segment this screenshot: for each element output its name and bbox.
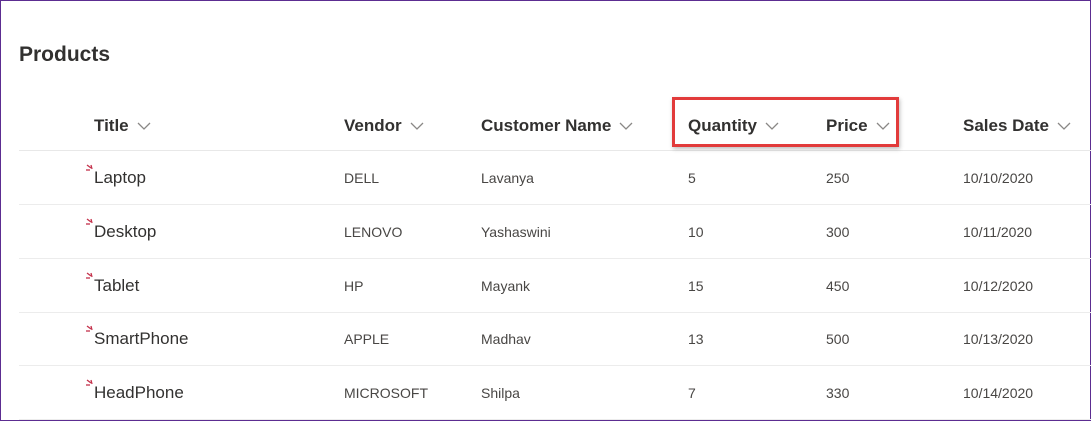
cell-vendor: LENOVO <box>344 224 403 240</box>
chevron-down-icon <box>619 121 633 131</box>
cell-vendor: MICROSOFT <box>344 385 428 401</box>
column-header-sales-date[interactable]: Sales Date <box>963 115 1071 137</box>
table-row[interactable]: SmartPhone APPLE Madhav 13 500 10/13/202… <box>19 312 1091 366</box>
table-row[interactable]: Desktop LENOVO Yashaswini 10 300 10/11/2… <box>19 205 1091 259</box>
column-header-label: Title <box>94 116 129 135</box>
cell-quantity: 7 <box>688 385 696 401</box>
cell-price: 250 <box>826 170 850 186</box>
cell-customer-name: Madhav <box>481 331 531 347</box>
page-title: Products <box>19 43 111 66</box>
cell-vendor: DELL <box>344 170 380 186</box>
table-row[interactable]: Laptop DELL Lavanya 5 250 10/10/2020 <box>19 151 1091 205</box>
column-header-row: Title Vendor Customer Name Quantity Pric… <box>19 99 1091 151</box>
chevron-down-icon <box>876 121 890 131</box>
chevron-down-icon <box>765 121 779 131</box>
cell-vendor: HP <box>344 278 364 294</box>
cell-sales-date: 10/13/2020 <box>963 331 1034 347</box>
column-header-title[interactable]: Title <box>94 115 151 137</box>
column-header-label: Vendor <box>344 116 402 135</box>
cell-quantity: 10 <box>688 224 704 240</box>
cell-quantity: 5 <box>688 170 696 186</box>
column-header-quantity[interactable]: Quantity <box>688 115 779 137</box>
chevron-down-icon <box>1057 121 1071 131</box>
cell-quantity: 13 <box>688 331 704 347</box>
column-header-label: Customer Name <box>481 116 612 135</box>
cell-price: 330 <box>826 385 850 401</box>
cell-title[interactable]: Laptop <box>94 151 146 205</box>
cell-price: 300 <box>826 224 850 240</box>
list-view-frame: Products Title Vendor Customer Name Quan… <box>0 0 1091 421</box>
cell-customer-name: Shilpa <box>481 385 520 401</box>
cell-sales-date: 10/10/2020 <box>963 170 1034 186</box>
table-row[interactable]: Tablet HP Mayank 15 450 10/12/2020 <box>19 259 1091 313</box>
column-header-customer-name[interactable]: Customer Name <box>481 115 633 137</box>
column-header-label: Sales Date <box>963 116 1049 135</box>
column-header-price[interactable]: Price <box>826 115 890 137</box>
column-header-label: Quantity <box>688 116 757 135</box>
cell-title[interactable]: Desktop <box>94 205 156 259</box>
cell-customer-name: Mayank <box>481 278 531 294</box>
cell-title[interactable]: HeadPhone <box>94 366 184 420</box>
chevron-down-icon <box>137 121 151 131</box>
chevron-down-icon <box>410 121 424 131</box>
cell-title[interactable]: SmartPhone <box>94 312 189 366</box>
cell-customer-name: Yashaswini <box>481 224 551 240</box>
cell-price: 450 <box>826 278 850 294</box>
column-header-label: Price <box>826 116 868 135</box>
cell-customer-name: Lavanya <box>481 170 534 186</box>
column-header-vendor[interactable]: Vendor <box>344 115 424 137</box>
cell-title[interactable]: Tablet <box>94 259 139 313</box>
cell-sales-date: 10/14/2020 <box>963 385 1034 401</box>
cell-vendor: APPLE <box>344 331 390 347</box>
table-row[interactable]: HeadPhone MICROSOFT Shilpa 7 330 10/14/2… <box>19 366 1091 420</box>
cell-quantity: 15 <box>688 278 704 294</box>
cell-price: 500 <box>826 331 850 347</box>
cell-sales-date: 10/11/2020 <box>963 224 1033 240</box>
cell-sales-date: 10/12/2020 <box>963 278 1034 294</box>
